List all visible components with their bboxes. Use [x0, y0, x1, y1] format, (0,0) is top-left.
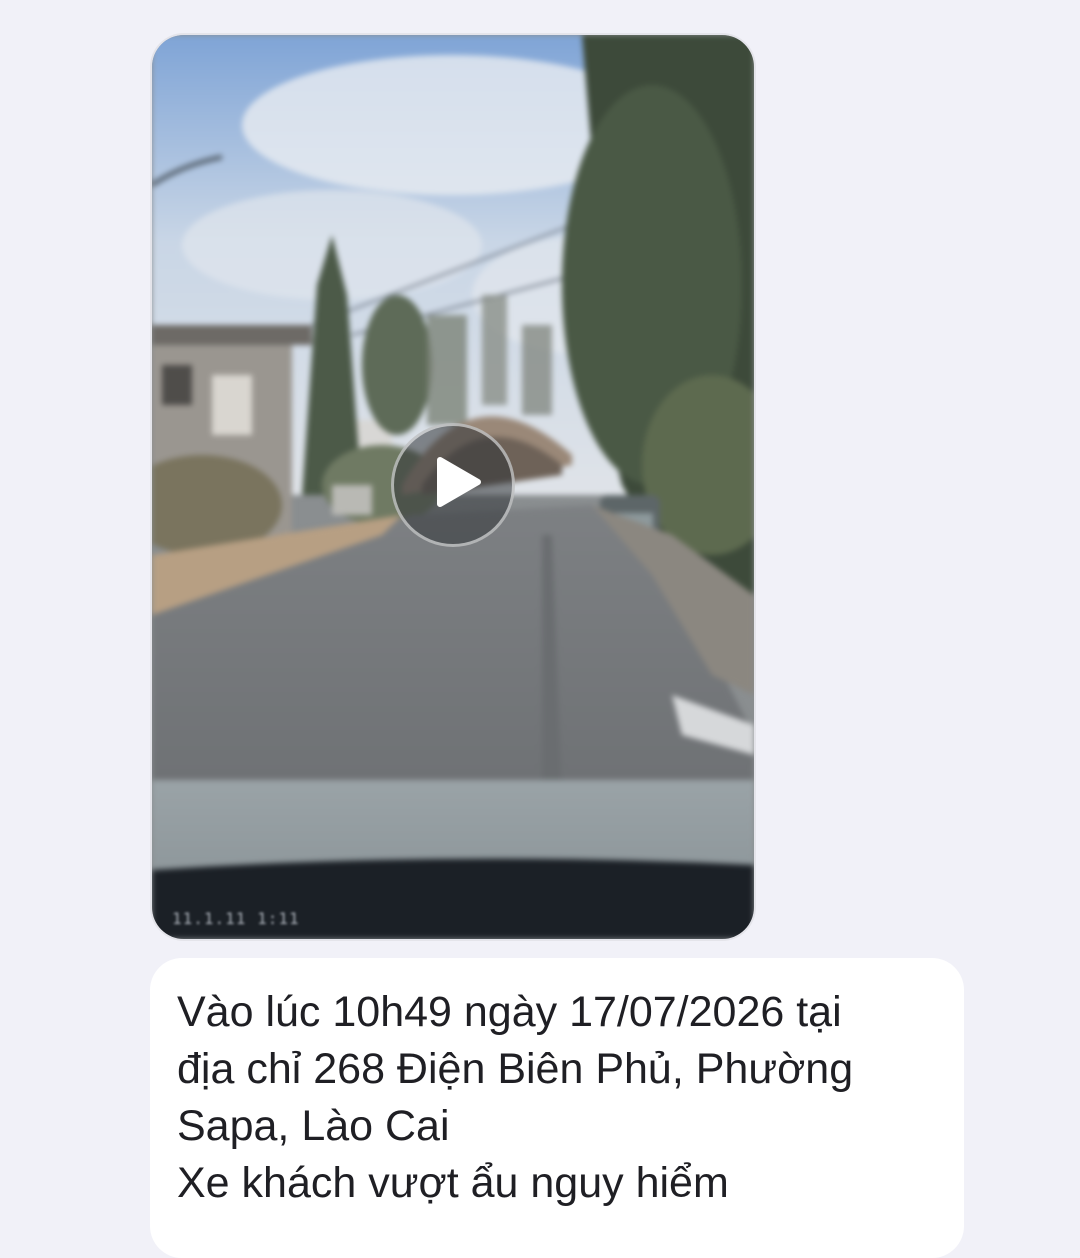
video-message-bubble[interactable]: 11.1.11 1:11: [152, 35, 754, 939]
text-message-bubble: Vào lúc 10h49 ngày 17/07/2026 tại địa ch…: [150, 958, 964, 1258]
play-icon: [437, 457, 481, 507]
play-button[interactable]: [391, 423, 515, 547]
message-line: địa chỉ 268 Điện Biên Phủ, Phường: [177, 1045, 854, 1093]
video-timestamp-overlay: 11.1.11 1:11: [172, 909, 300, 928]
message-line: Sapa, Lào Cai: [177, 1102, 450, 1150]
message-line: Xe khách vượt ẩu nguy hiểm: [177, 1159, 729, 1207]
message-line: Vào lúc 10h49 ngày 17/07/2026 tại: [177, 988, 842, 1036]
